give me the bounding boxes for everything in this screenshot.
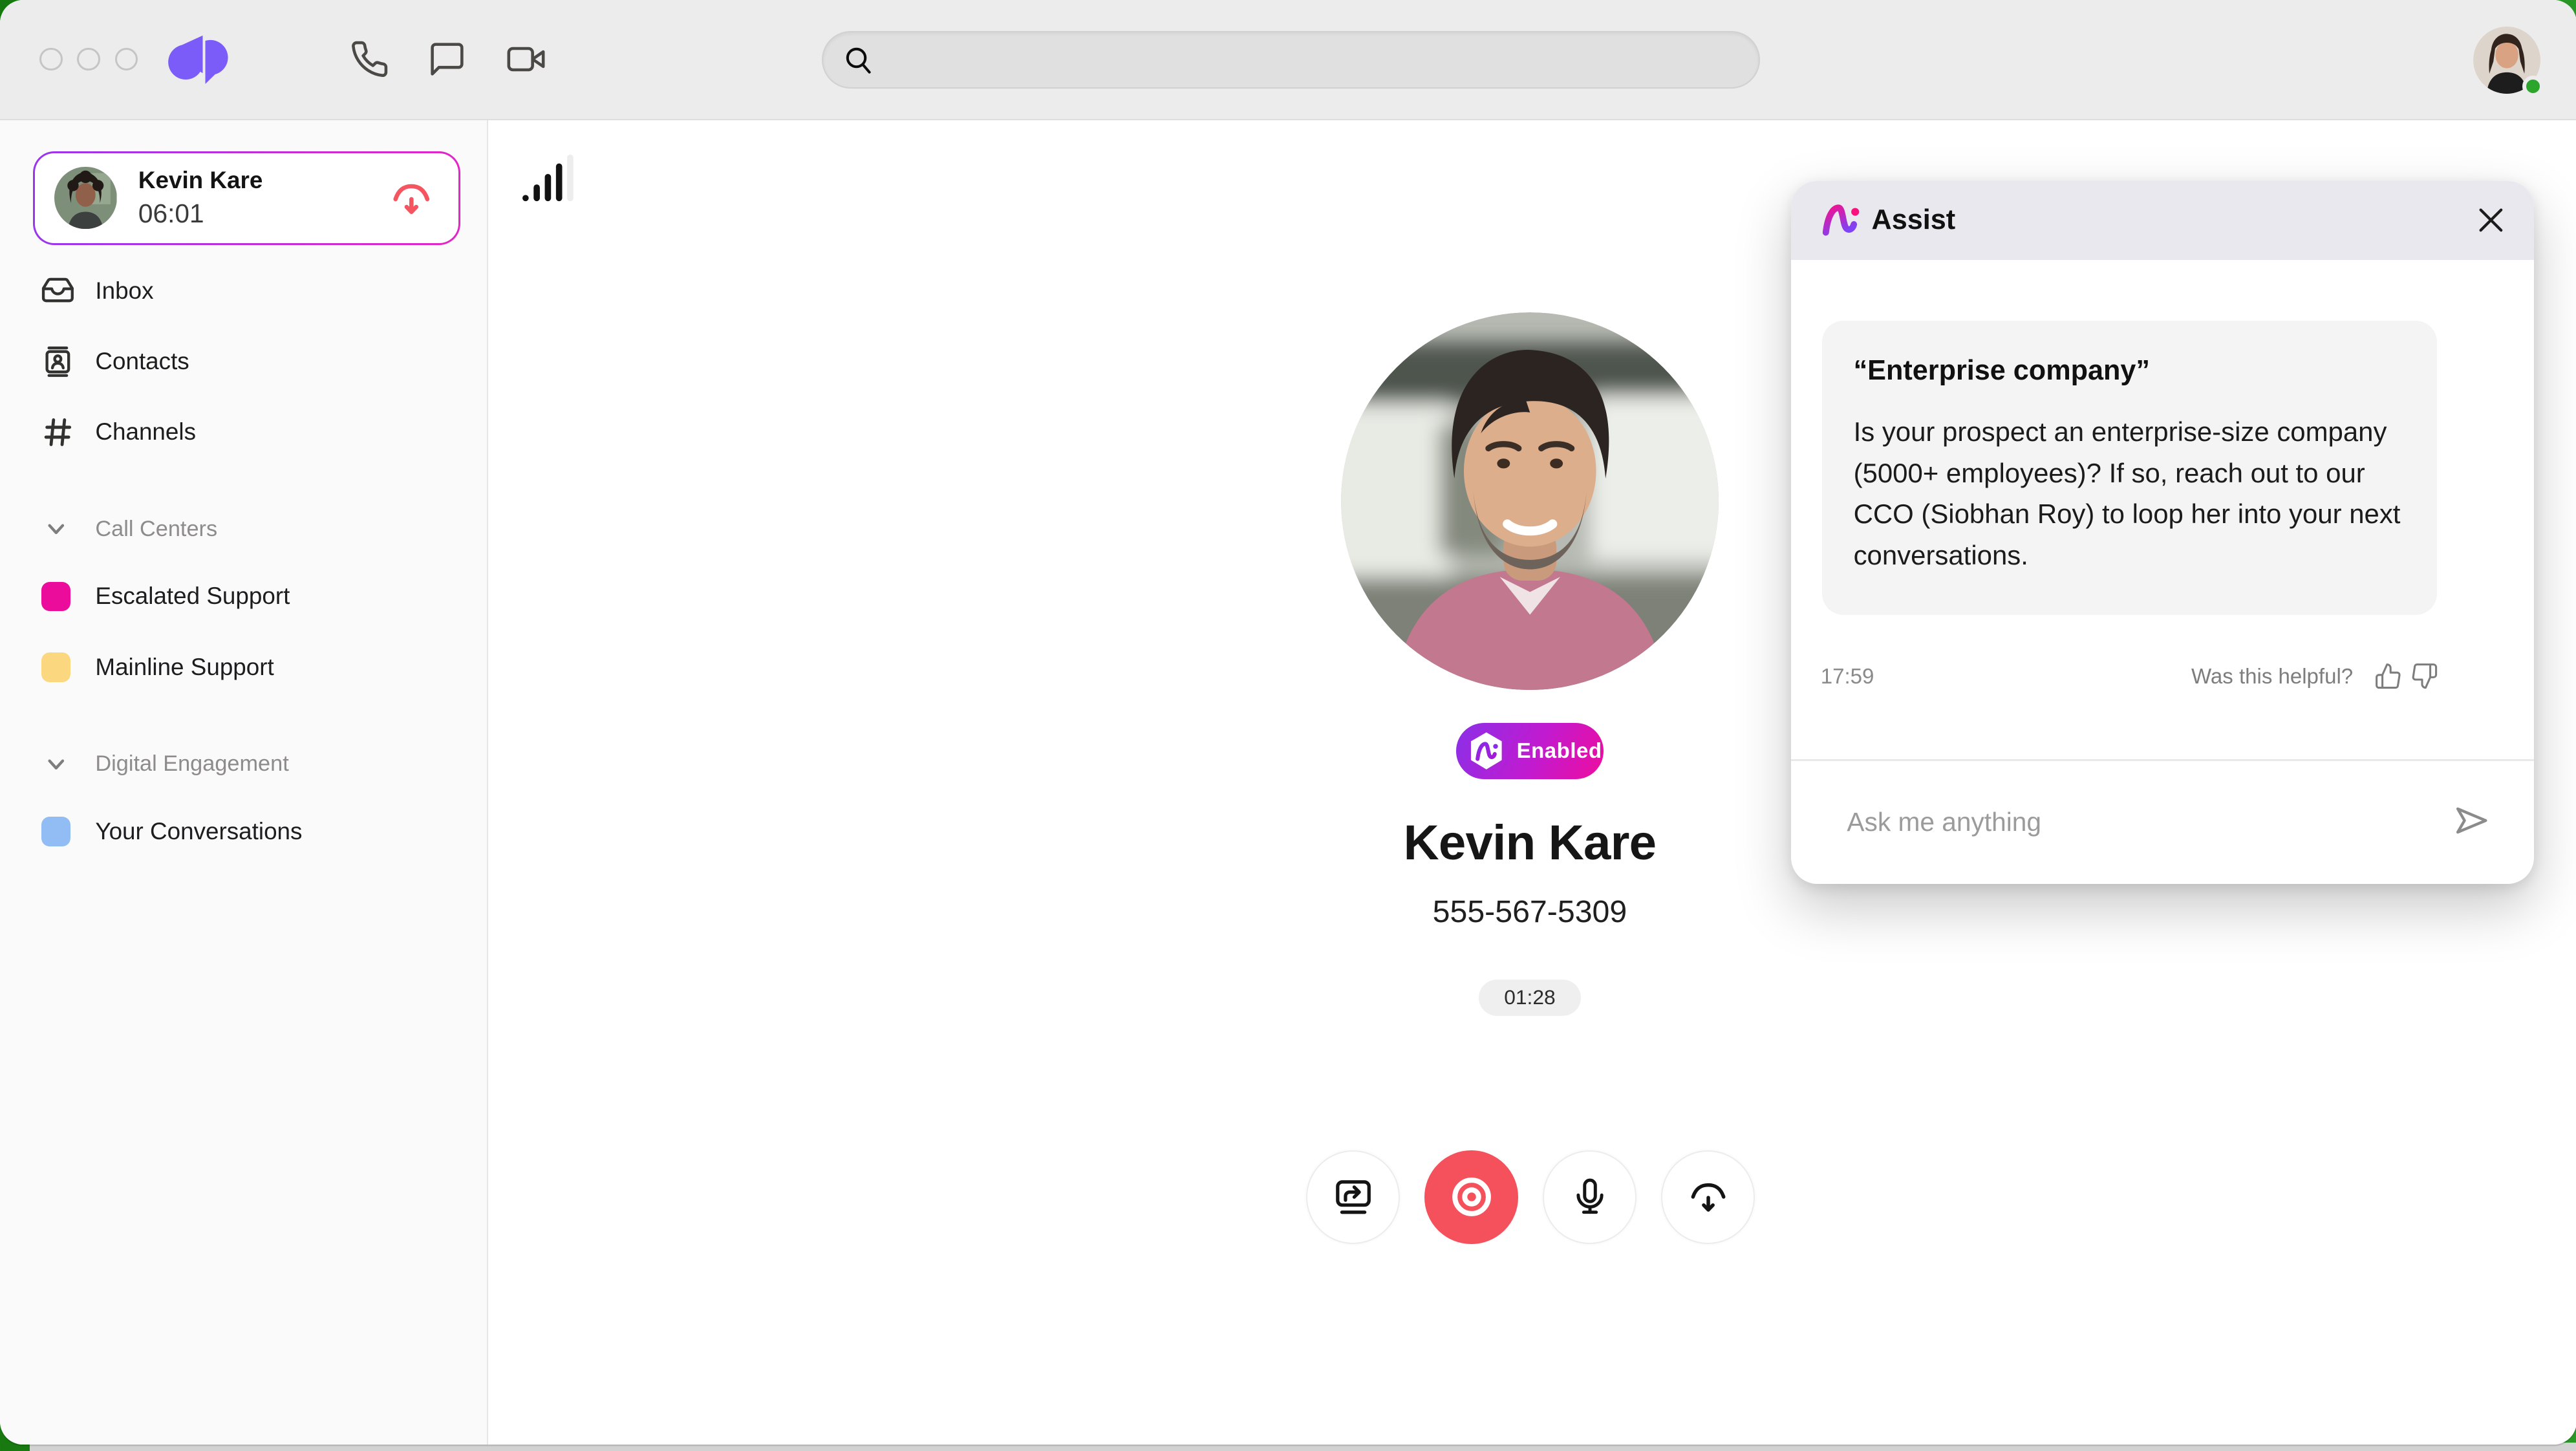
assist-timestamp: 17:59 [1821, 664, 1874, 689]
window-zoom-button[interactable] [115, 48, 138, 71]
caller-avatar [54, 167, 117, 230]
sidebar-section-label: Digital Engagement [95, 751, 288, 777]
sidebar-item-mainline-support[interactable]: Mainline Support [0, 643, 487, 692]
sidebar-item-your-conversations[interactable]: Your Conversations [0, 807, 487, 856]
window-close-button[interactable] [39, 48, 63, 71]
active-call-card[interactable]: Kevin Kare 06:01 [33, 151, 460, 245]
window-minimize-button[interactable] [77, 48, 100, 71]
active-call-timer: 06:01 [138, 197, 389, 231]
window-controls [39, 48, 138, 71]
transfer-icon [1332, 1176, 1375, 1218]
sidebar-item-label: Mainline Support [95, 654, 274, 681]
sidebar-section-digital-engagement[interactable]: Digital Engagement [0, 740, 487, 789]
sidebar-section-label: Call Centers [95, 517, 217, 542]
top-bar [0, 0, 2576, 120]
send-icon[interactable] [2452, 802, 2491, 842]
helpful-prompt: Was this helpful? [2191, 664, 2353, 689]
signal-strength-icon [522, 155, 578, 202]
hash-icon [41, 416, 74, 449]
active-call-name: Kevin Kare [138, 165, 389, 196]
assist-card-title: “Enterprise company” [1854, 355, 2401, 387]
search-bar[interactable] [822, 31, 1760, 89]
ai-enabled-badge[interactable]: Enabled [1456, 723, 1604, 779]
close-icon[interactable] [2474, 204, 2507, 237]
transfer-call-button[interactable] [1306, 1150, 1400, 1244]
call-duration-badge: 01:28 [1479, 980, 1581, 1016]
sidebar-item-label: Inbox [95, 277, 153, 305]
contacts-icon [41, 345, 74, 378]
assist-panel: Assist “Enterprise company” Is your pros… [1791, 181, 2534, 885]
call-center-color-swatch [41, 652, 71, 682]
video-icon[interactable] [506, 39, 546, 79]
sidebar-item-contacts[interactable]: Contacts [0, 337, 487, 386]
sidebar-item-label: Your Conversations [95, 818, 302, 845]
ai-hexagon-icon [1466, 731, 1507, 772]
inbox-icon [41, 274, 74, 307]
end-call-button[interactable] [1661, 1150, 1755, 1244]
assist-suggestion-card: “Enterprise company” Is your prospect an… [1822, 321, 2436, 616]
chevron-down-icon [45, 517, 68, 541]
chevron-down-icon [45, 753, 68, 776]
hangup-icon [1687, 1176, 1730, 1218]
sidebar-item-escalated-support[interactable]: Escalated Support [0, 572, 487, 621]
thumbs-down-icon[interactable] [2410, 662, 2438, 690]
hangup-icon[interactable] [389, 176, 434, 220]
assist-card-body: Is your prospect an enterprise-size comp… [1854, 411, 2401, 575]
assist-meta-row: 17:59 Was this helpful? [1821, 662, 2439, 690]
phone-icon[interactable] [350, 39, 389, 79]
assist-input-row [1791, 761, 2534, 885]
ai-badge-label: Enabled [1517, 738, 1602, 763]
dialpad-logo-icon [167, 31, 228, 89]
record-icon [1450, 1176, 1493, 1218]
conversations-color-swatch [41, 817, 71, 846]
sidebar-item-inbox[interactable]: Inbox [0, 266, 487, 316]
contact-phone-number: 555-567-5309 [1037, 894, 2023, 930]
mute-button[interactable] [1543, 1150, 1637, 1244]
sidebar-item-label: Contacts [95, 348, 189, 375]
assist-header: Assist [1791, 181, 2534, 260]
search-icon [844, 46, 872, 74]
chat-icon[interactable] [427, 39, 467, 79]
assist-title: Assist [1872, 204, 1956, 236]
ask-me-anything-input[interactable] [1847, 807, 2435, 837]
record-button[interactable] [1424, 1150, 1518, 1244]
sidebar: Kevin Kare 06:01 Inbox [0, 120, 488, 1445]
call-center-color-swatch [41, 582, 71, 612]
user-avatar[interactable] [2473, 27, 2540, 94]
sidebar-item-label: Channels [95, 418, 196, 446]
active-call-info: Kevin Kare 06:01 [138, 165, 389, 231]
ai-logo-icon [1821, 201, 1860, 239]
call-controls [1306, 1150, 1755, 1244]
sidebar-item-label: Escalated Support [95, 583, 290, 610]
thumbs-up-icon[interactable] [2374, 662, 2402, 690]
presence-indicator [2522, 76, 2544, 97]
sidebar-section-call-centers[interactable]: Call Centers [0, 504, 487, 554]
microphone-icon [1569, 1176, 1611, 1218]
search-input[interactable] [872, 32, 1759, 87]
sidebar-item-channels[interactable]: Channels [0, 407, 487, 457]
contact-photo [1341, 312, 1719, 690]
app-window: Kevin Kare 06:01 Inbox [0, 0, 2576, 1445]
